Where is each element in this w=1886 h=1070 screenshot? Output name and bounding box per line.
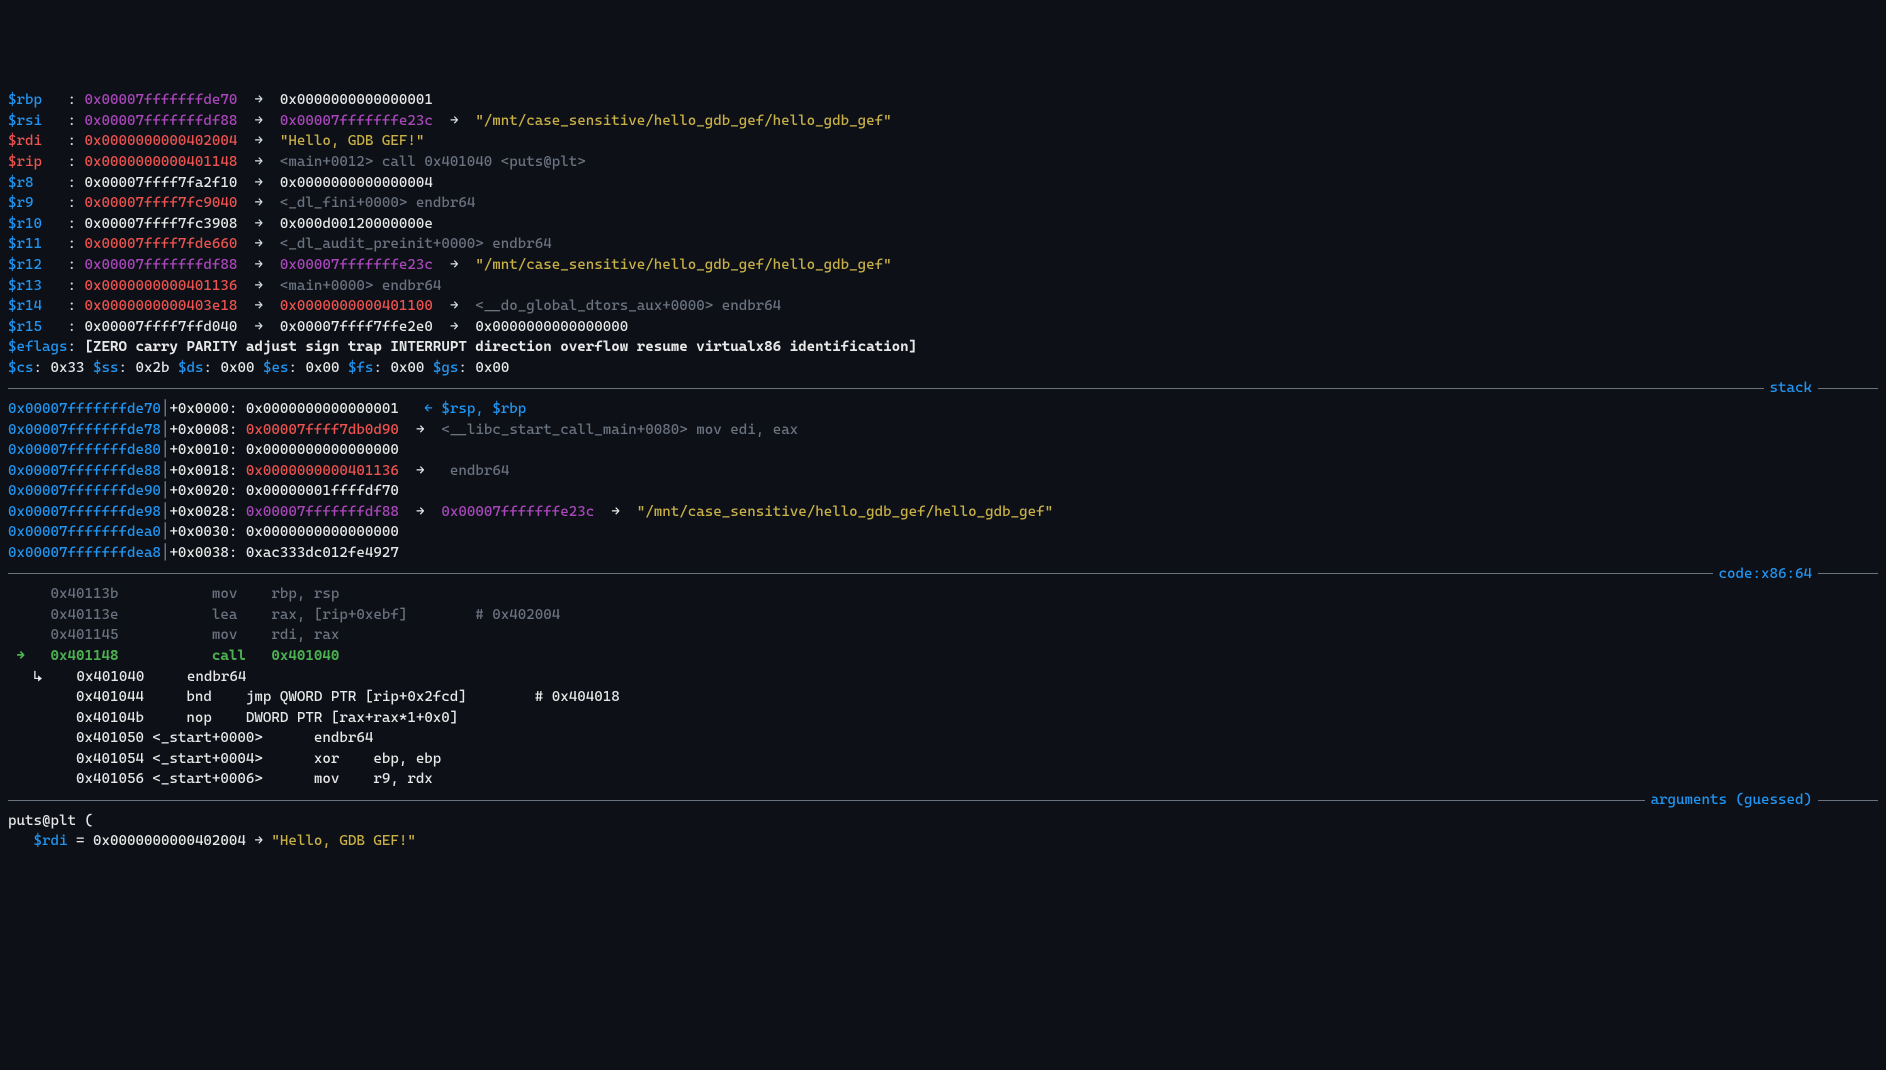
stack-addr: 0x00007fffffffde70 [8,401,161,417]
reg-r11: $r11 [8,236,42,252]
code-row: ↳ 0x401040 endbr64 [8,667,1878,688]
stack-val: 0x00007fffffffdf88 [246,504,399,520]
code-row: 0x401054 <_start+0004> xor ebp, ebp [8,749,1878,770]
stack-row: 0x00007fffffffde78│+0x0008: 0x00007ffff7… [8,420,1878,441]
reg-cs: $cs [8,360,34,376]
stack-addr: 0x00007fffffffdea0 [8,524,161,540]
reg-r13: $r13 [8,278,42,294]
stack-row: 0x00007fffffffde98│+0x0028: 0x00007fffff… [8,502,1878,523]
stack-val: 0x0000000000000000 [246,442,399,458]
args-section: puts@plt ( $rdi = 0x0000000000402004 → "… [8,811,1878,852]
stack-addr: 0x00007fffffffde88 [8,463,161,479]
reg-r12: $r12 [8,257,42,273]
stack-row: 0x00007fffffffde70│+0x0000: 0x0000000000… [8,399,1878,420]
stack-row: 0x00007fffffffde90│+0x0020: 0x00000001ff… [8,481,1878,502]
stack-addr: 0x00007fffffffdea8 [8,545,161,561]
code-row: 0x40113b mov rbp, rsp [8,584,1878,605]
stack-val: 0x0000000000000001 [246,401,399,417]
registers-section: $rbp : 0x00007fffffffde70 → 0x0000000000… [8,70,1878,379]
reg-ss: $ss [93,360,119,376]
reg-fs: $fs [348,360,374,376]
code-row-current: → 0x401148 call 0x401040 [8,646,1878,667]
reg-eflags: $eflags [8,339,67,355]
stack-row: 0x00007fffffffde88│+0x0018: 0x0000000000… [8,461,1878,482]
reg-rip: $rip [8,154,42,170]
code-row: 0x401145 mov rdi, rax [8,625,1878,646]
args-fn: puts@plt ( [8,813,93,829]
code-row: 0x40113e lea rax, [rip+0xebf] # 0x402004 [8,605,1878,626]
code-row: 0x401044 bnd jmp QWORD PTR [rip+0x2fcd] … [8,687,1878,708]
stack-addr: 0x00007fffffffde98 [8,504,161,520]
reg-ds: $ds [178,360,204,376]
reg-r15: $r15 [8,319,42,335]
stack-addr: 0x00007fffffffde90 [8,483,161,499]
stack-addr: 0x00007fffffffde80 [8,442,161,458]
reg-r8: $r8 [8,175,34,191]
stack-val: 0x0000000000000000 [246,524,399,540]
code-row: 0x401050 <_start+0000> endbr64 [8,728,1878,749]
code-row: 0x401056 <_start+0006> mov r9, rdx [8,769,1878,790]
reg-r10: $r10 [8,216,42,232]
stack-row: 0x00007fffffffdea0│+0x0030: 0x0000000000… [8,522,1878,543]
code-section: 0x40113b mov rbp, rsp 0x40113e lea rax, … [8,584,1878,790]
stack-val: 0x0000000000401136 [246,463,399,479]
stack-row: 0x00007fffffffde80│+0x0010: 0x0000000000… [8,440,1878,461]
code-row: 0x40104b nop DWORD PTR [rax+rax*1+0x0] [8,708,1878,729]
reg-r14: $r14 [8,298,42,314]
stack-addr: 0x00007fffffffde78 [8,422,161,438]
section-stack-header: stack [8,378,1878,399]
stack-val: 0x00007ffff7db0d90 [246,422,399,438]
stack-val: 0x00000001ffffdf70 [246,483,399,499]
stack-row: 0x00007fffffffdea8│+0x0038: 0xac333dc012… [8,543,1878,564]
reg-es: $es [263,360,289,376]
reg-rbp: $rbp [8,92,42,108]
args-reg: $rdi [34,833,68,849]
reg-gs: $gs [433,360,459,376]
section-code-header: code:x86:64 [8,564,1878,585]
reg-rsi: $rsi [8,113,42,129]
stack-section: 0x00007fffffffde70│+0x0000: 0x0000000000… [8,399,1878,564]
reg-r9: $r9 [8,195,34,211]
stack-val: 0xac333dc012fe4927 [246,545,399,561]
section-args-header: arguments (guessed) [8,790,1878,811]
reg-rdi: $rdi [8,133,42,149]
